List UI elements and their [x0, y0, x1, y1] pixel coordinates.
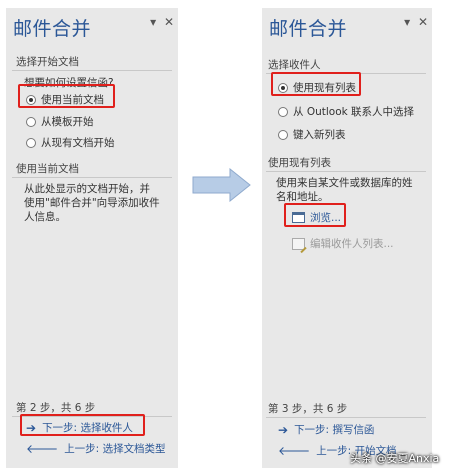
option-label: 从 Outlook 联系人中选择	[293, 106, 415, 118]
description-text: 使用来自某文件或数据库的姓名和地址。	[276, 177, 413, 203]
next-step-label: 下一步: 撰写信函	[294, 424, 375, 436]
pane-title: 邮件合并	[13, 18, 92, 40]
option-start-from-existing[interactable]: 从现有文档开始	[26, 135, 115, 150]
mail-merge-pane-step2: 邮件合并 ▾ ✕ 选择开始文档 想要如何设置信函? 使用当前文档 从模板开始 从…	[6, 8, 178, 468]
option-label: 从现有文档开始	[41, 137, 115, 149]
highlight-box	[284, 203, 346, 227]
divider	[12, 70, 172, 71]
option-label: 键入新列表	[293, 129, 346, 141]
radio-icon[interactable]	[26, 137, 36, 148]
close-icon[interactable]: ✕	[418, 15, 428, 29]
radio-icon[interactable]	[278, 129, 288, 140]
watermark: 头条 @安夏Anxia	[350, 452, 440, 465]
divider	[12, 177, 172, 178]
divider	[266, 417, 426, 418]
option-label: 从模板开始	[41, 116, 94, 128]
highlight-box	[271, 72, 361, 96]
section-heading-start-document: 选择开始文档	[16, 56, 79, 68]
highlight-box	[18, 84, 115, 108]
mail-merge-pane-step3: 邮件合并 ▾ ✕ 选择收件人 使用现有列表 从 Outlook 联系人中选择 键…	[262, 8, 432, 468]
previous-step-label: 上一步: 选择文档类型	[64, 443, 166, 455]
dropdown-icon[interactable]: ▾	[150, 15, 156, 29]
pane-controls: ▾ ✕	[146, 15, 174, 29]
transition-arrow-icon	[192, 168, 251, 202]
radio-icon[interactable]	[26, 116, 36, 127]
previous-step-link[interactable]: 🡐 上一步: 选择文档类型	[26, 441, 166, 456]
close-icon[interactable]: ✕	[164, 15, 174, 29]
arrow-left-icon: 🡐	[26, 442, 59, 456]
step-indicator: 第 3 步，共 6 步	[268, 403, 348, 415]
edit-recipient-list-link[interactable]: 编辑收件人列表...	[292, 236, 394, 251]
option-outlook-contacts[interactable]: 从 Outlook 联系人中选择	[278, 104, 414, 119]
section-heading-current-document: 使用当前文档	[16, 163, 79, 175]
pane-title: 邮件合并	[269, 18, 348, 40]
edit-list-icon	[292, 237, 305, 250]
highlight-box	[20, 414, 145, 436]
radio-icon[interactable]	[278, 106, 288, 117]
next-step-link[interactable]: ➔ 下一步: 撰写信函	[278, 422, 374, 437]
divider	[266, 171, 426, 172]
dropdown-icon[interactable]: ▾	[404, 15, 410, 29]
description-text: 从此处显示的文档开始，并使用"邮件合并"向导添加收件人信息。	[24, 183, 160, 223]
pane-controls: ▾ ✕	[400, 15, 428, 29]
option-start-from-template[interactable]: 从模板开始	[26, 114, 94, 129]
arrow-right-icon: ➔	[278, 422, 289, 437]
section-heading-select-recipients: 选择收件人	[268, 59, 321, 71]
edit-list-label: 编辑收件人列表...	[310, 238, 394, 250]
arrow-left-icon: 🡐	[278, 444, 311, 458]
section-heading-existing-list: 使用现有列表	[268, 157, 331, 169]
step-indicator: 第 2 步，共 6 步	[16, 402, 96, 414]
option-type-new-list[interactable]: 键入新列表	[278, 127, 346, 142]
